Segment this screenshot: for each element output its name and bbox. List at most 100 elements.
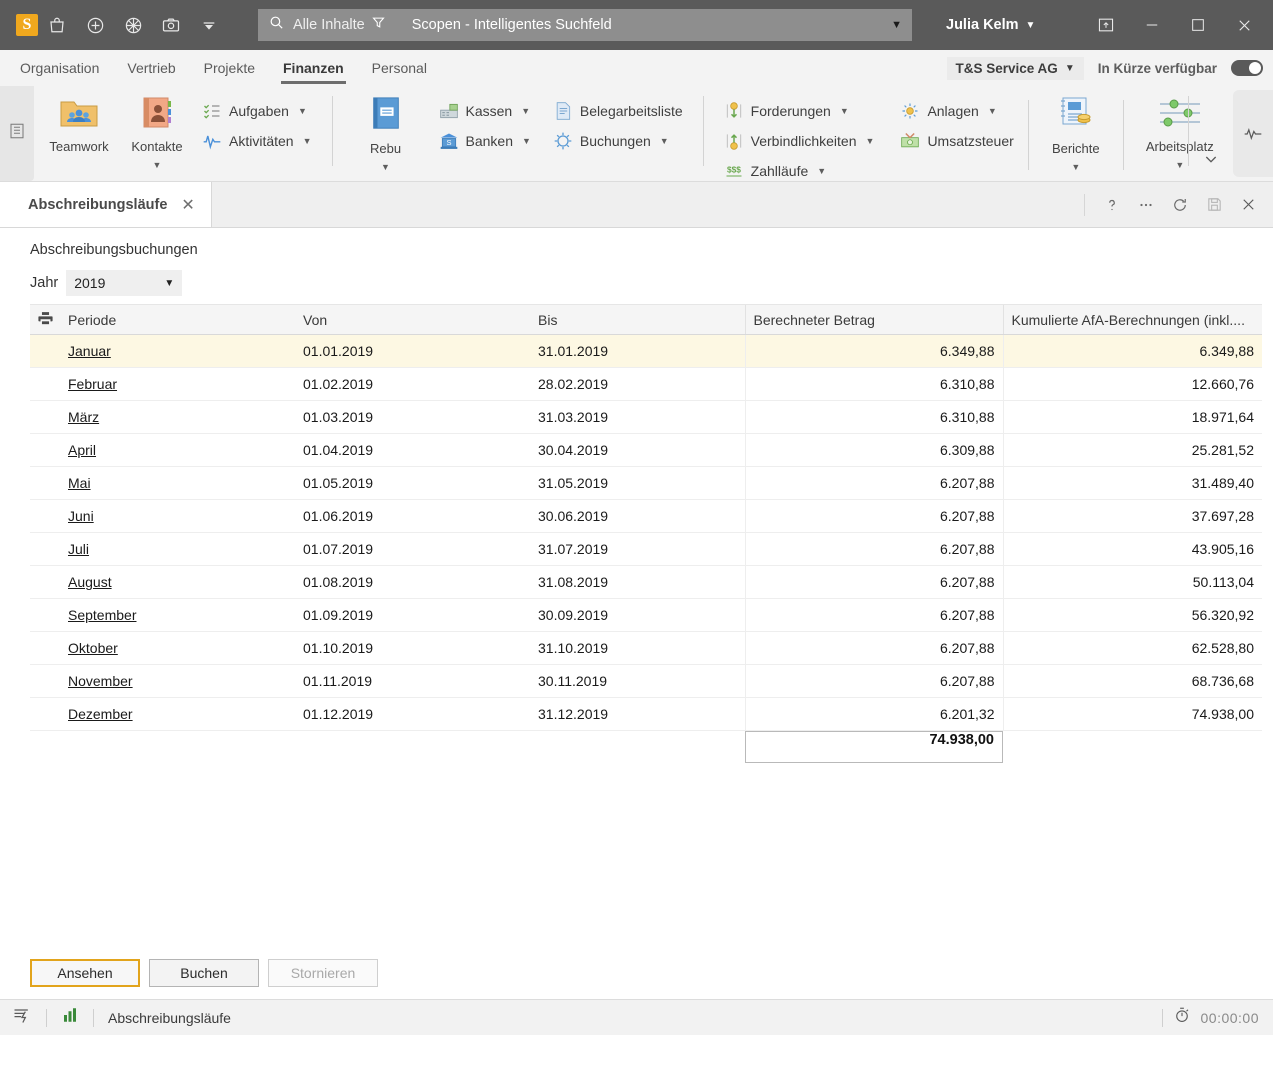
restore-panel-icon[interactable] (1083, 2, 1129, 48)
cell-periode[interactable]: Oktober (60, 631, 295, 665)
ribbon-item-aktivitaeten[interactable]: Aktivitäten ▼ (196, 128, 318, 154)
periode-link[interactable]: April (68, 442, 96, 458)
ribbon-item-umsatzsteuer[interactable]: Umsatzsteuer (894, 128, 1019, 154)
menu-item-personal[interactable]: Personal (358, 50, 441, 86)
periode-link[interactable]: Januar (68, 343, 111, 359)
table-row[interactable]: November 01.11.2019 30.11.2019 6.207,88 68.7… (30, 664, 1262, 698)
chevron-down-icon[interactable]: ▼ (153, 160, 162, 170)
close-icon[interactable]: ✕ (181, 195, 194, 215)
tab-abschreibungslaeufe[interactable]: Abschreibungsläufe ✕ (0, 182, 212, 227)
column-header-periode[interactable]: Periode (60, 304, 295, 335)
cell-periode[interactable]: Mai (60, 466, 295, 500)
save-icon[interactable] (1199, 190, 1229, 220)
cell-periode[interactable]: Dezember (60, 697, 295, 731)
close-button[interactable] (1221, 2, 1267, 48)
table-row[interactable]: April 01.04.2019 30.04.2019 6.309,88 25.281,… (30, 433, 1262, 467)
search-input[interactable]: Scopen - Intelligentes Suchfeld (412, 17, 612, 33)
table-row[interactable]: Mai 01.05.2019 31.05.2019 6.207,88 31.489,40 (30, 466, 1262, 500)
ribbon-item-banken[interactable]: S Banken ▼ (433, 128, 537, 154)
table-row[interactable]: März 01.03.2019 31.03.2019 6.310,88 18.971,6… (30, 400, 1262, 434)
ribbon-button-rebu[interactable]: Rebu ▼ (347, 90, 425, 172)
table-row[interactable]: Januar 01.01.2019 31.01.2019 6.349,88 6.349,… (30, 334, 1262, 368)
maximize-button[interactable] (1175, 2, 1221, 48)
coming-soon-toggle[interactable] (1231, 60, 1263, 76)
cell-periode[interactable]: August (60, 565, 295, 599)
table-row[interactable]: Dezember 01.12.2019 31.12.2019 6.201,32 74.9… (30, 697, 1262, 731)
bar-chart-icon[interactable] (61, 1006, 79, 1029)
chevron-down-icon[interactable]: ▼ (1071, 162, 1080, 172)
periode-link[interactable]: August (68, 574, 112, 590)
year-select[interactable]: 2019 ▼ (66, 270, 183, 296)
stopwatch-icon[interactable] (1173, 1006, 1191, 1029)
chevron-down-icon[interactable] (190, 8, 228, 42)
company-name: T&S Service AG (955, 60, 1058, 76)
ribbon-item-belegarbeitsliste[interactable]: Belegarbeitsliste (547, 98, 689, 124)
menu-item-finanzen[interactable]: Finanzen (269, 50, 358, 86)
periode-link[interactable]: November (68, 673, 133, 689)
ribbon-sidebar-toggle[interactable] (0, 86, 34, 181)
table-row[interactable]: August 01.08.2019 31.08.2019 6.207,88 50.113… (30, 565, 1262, 599)
ribbon-item-anlagen[interactable]: Anlagen ▼ (894, 98, 1019, 124)
globe-icon[interactable] (114, 8, 152, 42)
ribbon-item-zahllaeufe[interactable]: $$$ Zahlläufe ▼ (718, 158, 881, 184)
activity-pulse-icon[interactable] (1233, 90, 1273, 177)
table-row[interactable]: September 01.09.2019 30.09.2019 6.207,88 56.… (30, 598, 1262, 632)
menu-item-organisation[interactable]: Organisation (6, 50, 113, 86)
bag-icon[interactable] (38, 8, 76, 42)
table-row[interactable]: Juni 01.06.2019 30.06.2019 6.207,88 37.697,2… (30, 499, 1262, 533)
ribbon-collapse-button[interactable] (1189, 86, 1233, 181)
ribbon-item-buchungen[interactable]: Buchungen ▼ (547, 128, 689, 154)
column-header-kumulierte-afa[interactable]: Kumulierte AfA-Berechnungen (inkl.... (1002, 304, 1262, 335)
ribbon-item-aufgaben[interactable]: Aufgaben ▼ (196, 98, 318, 124)
chevron-down-icon[interactable]: ▼ (1175, 160, 1184, 170)
cell-periode[interactable]: April (60, 433, 295, 467)
column-header-von[interactable]: Von (295, 304, 530, 335)
periode-link[interactable]: Juni (68, 508, 94, 524)
periode-link[interactable]: Juli (68, 541, 89, 557)
ribbon-button-teamwork[interactable]: Teamwork (40, 90, 118, 154)
cell-periode[interactable]: Februar (60, 367, 295, 401)
menu-item-vertrieb[interactable]: Vertrieb (113, 50, 189, 86)
column-header-berechneter-betrag[interactable]: Berechneter Betrag (744, 304, 1003, 335)
ribbon-item-kassen[interactable]: Kassen ▼ (433, 98, 537, 124)
table-row[interactable]: Juli 01.07.2019 31.07.2019 6.207,88 43.905,1… (30, 532, 1262, 566)
menu-item-projekte[interactable]: Projekte (190, 50, 269, 86)
plus-circle-icon[interactable] (76, 8, 114, 42)
ribbon-button-kontakte[interactable]: Kontakte ▼ (118, 90, 196, 170)
cell-periode[interactable]: September (60, 598, 295, 632)
filter-icon[interactable] (371, 15, 386, 35)
cell-periode[interactable]: Juli (60, 532, 295, 566)
printer-icon[interactable] (37, 311, 54, 330)
ribbon-button-berichte[interactable]: Berichte ▼ (1037, 90, 1115, 172)
chevron-down-icon[interactable]: ▼ (381, 162, 390, 172)
more-options-icon[interactable] (1131, 190, 1161, 220)
periode-link[interactable]: Oktober (68, 640, 118, 656)
refresh-icon[interactable] (1165, 190, 1195, 220)
periode-link[interactable]: Mai (68, 475, 91, 491)
flash-list-icon[interactable] (12, 1005, 32, 1030)
camera-icon[interactable] (152, 8, 190, 42)
cell-periode[interactable]: November (60, 664, 295, 698)
minimize-button[interactable] (1129, 2, 1175, 48)
help-icon[interactable] (1097, 190, 1127, 220)
close-icon[interactable] (1233, 190, 1263, 220)
ansehen-button[interactable]: Ansehen (30, 958, 140, 987)
periode-link[interactable]: März (68, 409, 99, 425)
search-dropdown-caret-icon[interactable]: ▼ (891, 19, 902, 31)
company-selector[interactable]: T&S Service AG ▼ (946, 56, 1084, 80)
periode-link[interactable]: Dezember (68, 706, 133, 722)
ribbon-item-forderungen[interactable]: Forderungen ▼ (718, 98, 881, 124)
user-menu[interactable]: Julia Kelm ▼ (946, 17, 1035, 33)
periode-link[interactable]: Februar (68, 376, 117, 392)
column-header-bis[interactable]: Bis (530, 304, 745, 335)
table-row[interactable]: Oktober 01.10.2019 31.10.2019 6.207,88 62.52… (30, 631, 1262, 665)
print-column-header[interactable] (30, 304, 60, 335)
table-row[interactable]: Februar 01.02.2019 28.02.2019 6.310,88 12.66… (30, 367, 1262, 401)
periode-link[interactable]: September (68, 607, 136, 623)
cell-periode[interactable]: März (60, 400, 295, 434)
cell-periode[interactable]: Januar (60, 334, 295, 368)
cell-periode[interactable]: Juni (60, 499, 295, 533)
buchen-button[interactable]: Buchen (149, 958, 259, 987)
ribbon-item-verbindlichkeiten[interactable]: Verbindlichkeiten ▼ (718, 128, 881, 154)
global-search-field[interactable]: Alle Inhalte Scopen - Intelligentes Such… (258, 9, 912, 41)
